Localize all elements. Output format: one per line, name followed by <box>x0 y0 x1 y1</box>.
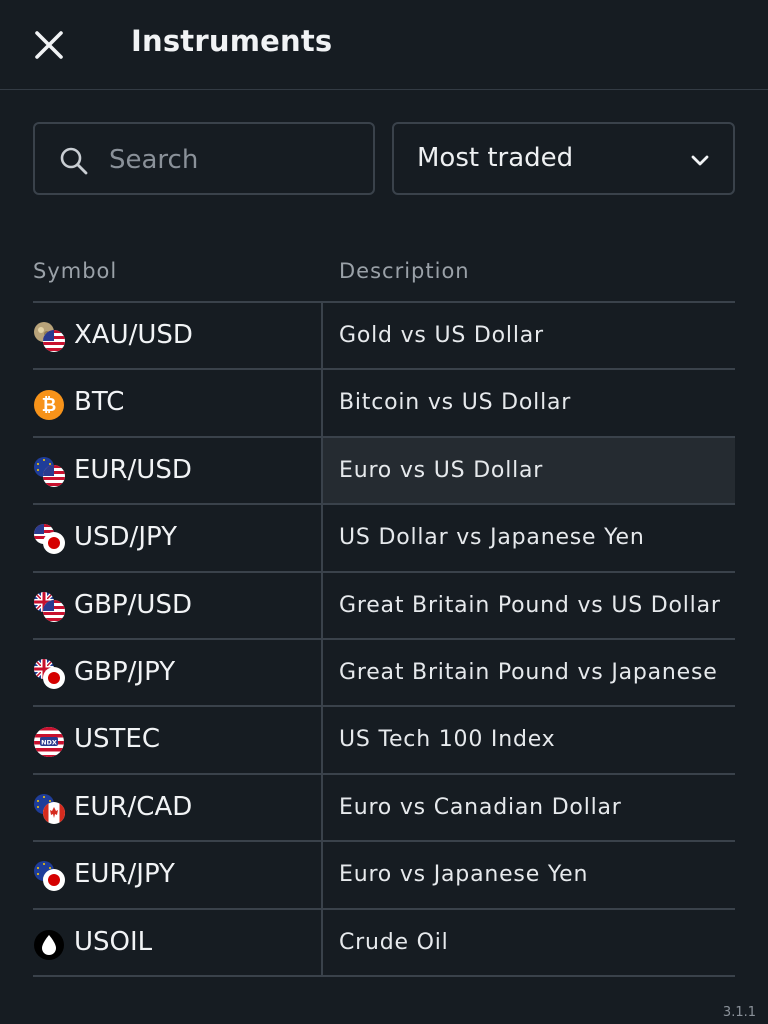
sort-selected-value: Most traded <box>417 143 574 173</box>
symbol-label: EUR/JPY <box>74 859 175 890</box>
symbol-label: USOIL <box>74 926 153 957</box>
symbol-cell: USD/JPY <box>33 505 321 570</box>
bitcoin-icon: ₿ <box>34 390 64 421</box>
description-label: Great Britain Pound vs US Dollar <box>339 592 721 618</box>
symbol-label: USTEC <box>74 724 160 755</box>
header-bar: Instruments <box>0 0 768 90</box>
eur-cad-flags-icon <box>34 793 65 824</box>
symbol-label: EUR/USD <box>74 454 192 485</box>
symbol-cell: EUR/USD <box>33 438 321 503</box>
eur-usd-flags-icon <box>34 456 65 487</box>
description-cell: US Tech 100 Index <box>323 707 735 772</box>
symbol-label: EUR/CAD <box>74 791 193 822</box>
oil-drop-icon <box>34 929 64 960</box>
symbol-cell: GBP/USD <box>33 573 321 638</box>
table-row[interactable]: NDX USTEC US Tech 100 Index <box>33 707 735 775</box>
usd-jpy-flags-icon <box>34 524 65 555</box>
description-cell: Euro vs US Dollar <box>323 437 735 504</box>
symbol-label: GBP/USD <box>74 589 192 620</box>
description-cell: Great Britain Pound vs US Dollar <box>323 573 735 638</box>
instruments-table: Symbol Description XAU/USD Gold vs US Do… <box>33 245 735 977</box>
eur-jpy-flags-icon <box>34 861 65 892</box>
symbol-label: BTC <box>74 387 125 418</box>
description-cell: Euro vs Canadian Dollar <box>323 775 735 840</box>
ndx-flag-icon: NDX <box>34 727 64 758</box>
sort-dropdown[interactable]: Most traded <box>392 122 735 195</box>
table-row[interactable]: USD/JPY US Dollar vs Japanese Yen <box>33 505 735 573</box>
description-cell: Bitcoin vs US Dollar <box>323 370 735 435</box>
symbol-cell: ₿ BTC <box>33 370 321 435</box>
description-cell: Crude Oil <box>323 910 735 975</box>
table-row[interactable]: EUR/CAD Euro vs Canadian Dollar <box>33 774 735 843</box>
description-label: US Tech 100 Index <box>339 727 556 753</box>
table-header: Symbol Description <box>33 245 735 303</box>
symbol-cell: USOIL <box>33 910 321 975</box>
description-label: Great Britain Pound vs Japanese <box>339 659 718 685</box>
description-label: Euro vs US Dollar <box>339 457 544 483</box>
description-cell: Great Britain Pound vs Japanese <box>323 640 735 705</box>
symbol-label: USD/JPY <box>74 522 177 553</box>
table-row[interactable]: GBP/JPY Great Britain Pound vs Japanese <box>33 639 735 708</box>
symbol-cell: XAU/USD <box>33 303 321 368</box>
symbol-cell: EUR/JPY <box>33 842 321 907</box>
gold-usd-icon <box>34 322 65 352</box>
svg-text:₿: ₿ <box>42 395 57 416</box>
symbol-cell: GBP/JPY <box>33 640 321 705</box>
gbp-usd-flags-icon <box>34 591 65 622</box>
symbol-label: GBP/JPY <box>74 656 176 687</box>
close-button[interactable] <box>30 26 68 64</box>
description-cell: Gold vs US Dollar <box>323 303 735 368</box>
symbol-cell: EUR/CAD <box>33 775 321 840</box>
description-label: Euro vs Canadian Dollar <box>339 794 622 820</box>
gbp-jpy-flags-icon <box>34 658 65 689</box>
search-input[interactable] <box>107 138 361 182</box>
description-label: Gold vs US Dollar <box>339 323 544 348</box>
table-row[interactable]: GBP/USD Great Britain Pound vs US Dollar <box>33 572 735 640</box>
description-label: Bitcoin vs US Dollar <box>339 390 572 416</box>
search-icon <box>60 147 88 175</box>
column-header-description[interactable]: Description <box>339 259 470 283</box>
description-label: Crude Oil <box>339 929 449 955</box>
table-row[interactable]: EUR/USD Euro vs US Dollar <box>33 437 735 506</box>
symbol-cell: NDX USTEC <box>33 707 321 772</box>
version-label: 3.1.1 <box>722 1005 756 1020</box>
chevron-down-icon <box>691 155 709 166</box>
svg-text:NDX: NDX <box>41 739 57 747</box>
table-row[interactable]: USOIL Crude Oil <box>33 909 735 977</box>
close-icon <box>35 31 63 59</box>
symbol-label: XAU/USD <box>74 320 193 350</box>
description-label: US Dollar vs Japanese Yen <box>339 525 645 551</box>
table-row[interactable]: XAU/USD Gold vs US Dollar <box>33 303 735 371</box>
table-row[interactable]: EUR/JPY Euro vs Japanese Yen <box>33 842 735 910</box>
description-cell: US Dollar vs Japanese Yen <box>323 505 735 570</box>
description-cell: Euro vs Japanese Yen <box>323 842 735 907</box>
search-field[interactable] <box>33 122 375 195</box>
description-label: Euro vs Japanese Yen <box>339 862 589 888</box>
column-header-symbol[interactable]: Symbol <box>33 259 117 283</box>
page-title: Instruments <box>131 24 333 58</box>
table-row[interactable]: ₿ BTC Bitcoin vs US Dollar <box>33 370 735 438</box>
